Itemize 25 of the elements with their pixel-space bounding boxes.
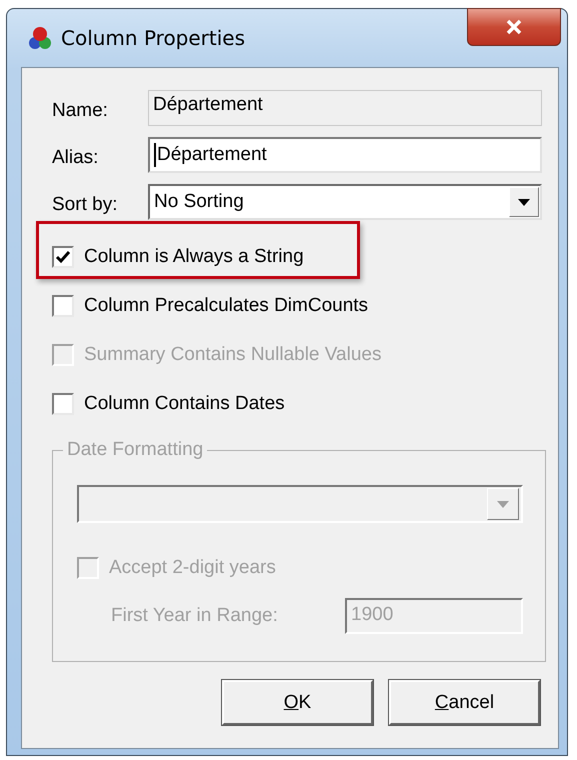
checkbox-label: Column Contains Dates — [84, 392, 285, 414]
field-label: First Year in Range: — [111, 605, 278, 627]
checkbox[interactable] — [52, 392, 74, 414]
checkbox-label: Summary Contains Nullable Values — [84, 344, 382, 366]
field-label: Alias: — [52, 146, 100, 169]
close-icon — [505, 19, 523, 35]
checkbox-label: Accept 2-digit years — [109, 556, 276, 578]
window-title: Column Properties — [61, 26, 246, 50]
sort-dropdown[interactable]: No Sorting — [148, 184, 542, 220]
alias-field[interactable]: Département — [148, 137, 542, 173]
dropdown-arrow-icon — [497, 500, 509, 508]
checkbox-label: Column Precalculates DimCounts — [84, 294, 368, 316]
close-button[interactable] — [467, 8, 561, 46]
checkbox[interactable] — [52, 246, 74, 268]
field-label: Sort by: — [52, 193, 118, 216]
app-icon — [27, 25, 53, 51]
field-label: Name: — [52, 99, 109, 122]
name-field[interactable]: Département — [148, 90, 542, 126]
ok-button[interactable]: OK — [222, 680, 373, 725]
checkbox-label: Column is Always a String — [84, 246, 304, 268]
cancel-button[interactable]: Cancel — [389, 680, 540, 725]
date-format-dropdown[interactable] — [77, 485, 523, 523]
dropdown-arrow-icon — [518, 198, 530, 206]
checkbox[interactable] — [52, 294, 74, 316]
group-title: Date Formatting — [63, 439, 208, 461]
